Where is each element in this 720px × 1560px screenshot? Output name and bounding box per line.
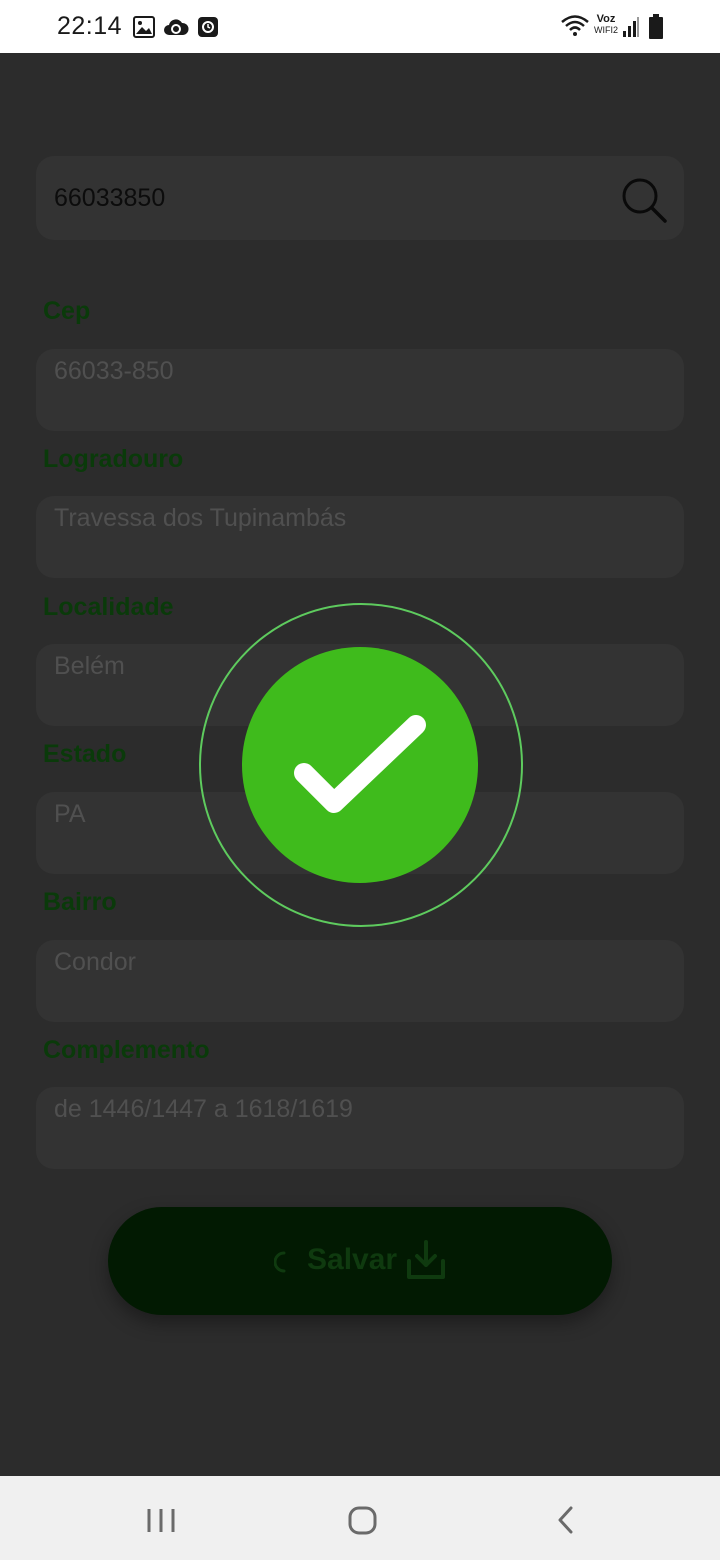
recent-apps-icon[interactable] bbox=[111, 1476, 211, 1560]
bairro-label: Bairro bbox=[43, 888, 117, 916]
home-icon[interactable] bbox=[312, 1476, 412, 1560]
wifi-icon bbox=[561, 15, 589, 36]
status-time: 22:14 bbox=[57, 12, 123, 40]
wifi-label-bottom: WIFI2 bbox=[594, 25, 618, 35]
bairro-field[interactable]: Condor bbox=[36, 940, 684, 1022]
estado-value: PA bbox=[54, 800, 86, 828]
estado-label: Estado bbox=[43, 740, 127, 768]
back-icon[interactable] bbox=[514, 1476, 614, 1560]
save-button-label: Salvar bbox=[307, 1243, 398, 1276]
search-icon[interactable] bbox=[620, 176, 668, 224]
search-input[interactable]: 66033850 bbox=[54, 184, 165, 213]
logradouro-label: Logradouro bbox=[43, 445, 184, 473]
image-icon bbox=[133, 16, 155, 38]
status-bar: 22:14 Voz WIFI2 bbox=[0, 0, 720, 53]
battery-icon bbox=[649, 14, 663, 39]
success-indicator bbox=[242, 647, 478, 883]
wifi-label: Voz WIFI2 bbox=[591, 14, 621, 36]
cep-field[interactable]: 66033-850 bbox=[36, 349, 684, 431]
navigation-bar bbox=[0, 1476, 720, 1560]
cloud-sync-icon bbox=[164, 19, 189, 35]
localidade-value: Belém bbox=[54, 652, 125, 680]
localidade-label: Localidade bbox=[43, 593, 174, 621]
cep-value: 66033-850 bbox=[54, 357, 174, 385]
check-icon bbox=[294, 715, 426, 813]
spinner-icon bbox=[274, 1251, 286, 1273]
address-form-screen: 66033850 Cep 66033-850 Logradouro Traves… bbox=[0, 53, 720, 1476]
complemento-value: de 1446/1447 a 1618/1619 bbox=[54, 1095, 353, 1123]
bairro-value: Condor bbox=[54, 948, 136, 976]
wifi-label-top: Voz bbox=[596, 13, 616, 25]
save-button[interactable]: Salvar bbox=[108, 1207, 612, 1315]
clock-app-icon bbox=[198, 17, 218, 37]
logradouro-value: Travessa dos Tupinambás bbox=[54, 504, 347, 532]
cep-label: Cep bbox=[43, 297, 91, 325]
download-icon bbox=[407, 1240, 445, 1279]
logradouro-field[interactable]: Travessa dos Tupinambás bbox=[36, 496, 684, 578]
complemento-field[interactable]: de 1446/1447 a 1618/1619 bbox=[36, 1087, 684, 1169]
signal-icon bbox=[623, 17, 639, 37]
complemento-label: Complemento bbox=[43, 1036, 210, 1064]
cep-search-box[interactable]: 66033850 bbox=[36, 156, 684, 240]
